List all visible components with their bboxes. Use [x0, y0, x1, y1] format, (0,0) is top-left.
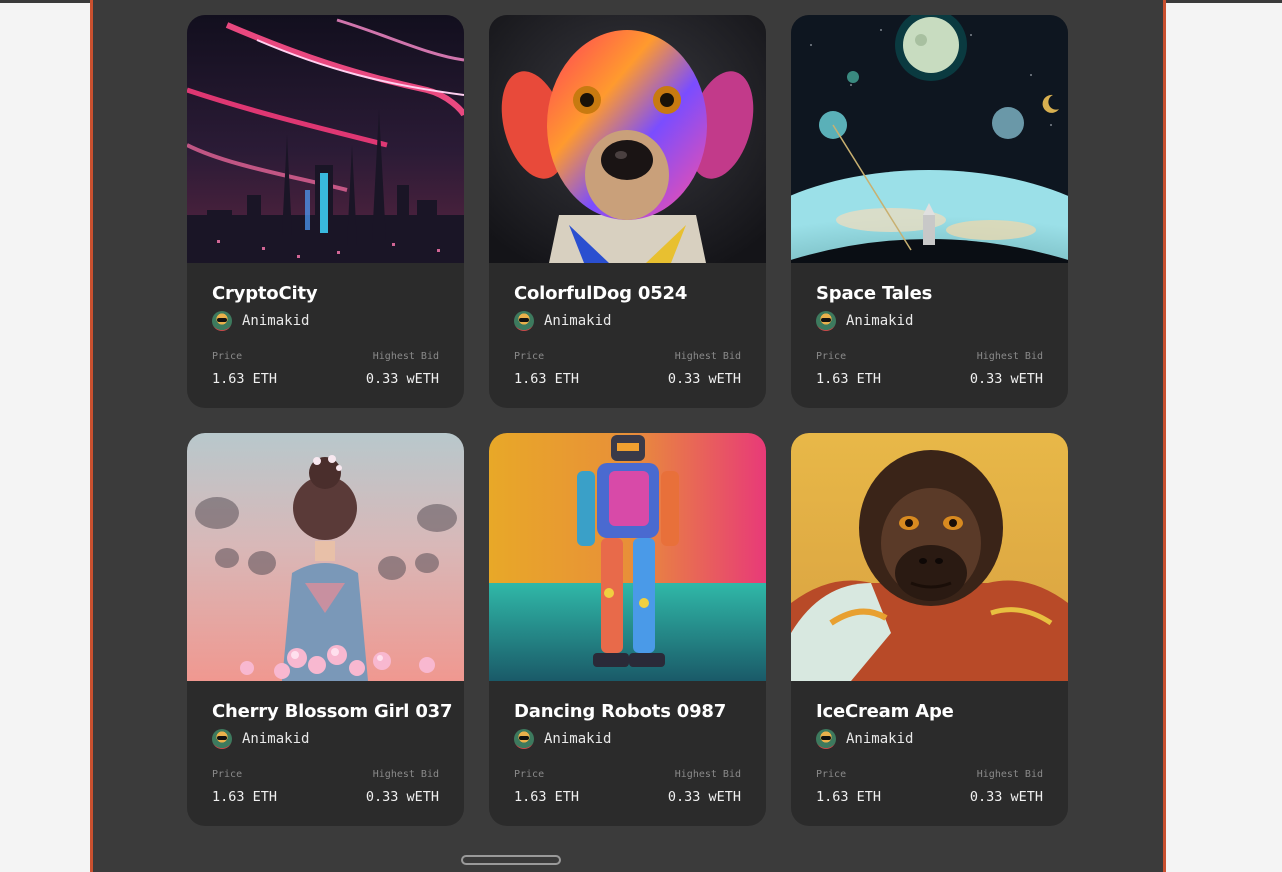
creator-avatar: [816, 729, 836, 749]
highest-bid-label: Highest Bid: [674, 351, 741, 362]
creator-name: Animakid: [544, 731, 612, 747]
creator-avatar: [212, 729, 232, 749]
creator-name: Animakid: [846, 313, 914, 329]
creator-name: Animakid: [846, 731, 914, 747]
robot-image: [489, 433, 766, 681]
price-value: 1.63 ETH: [816, 371, 882, 387]
nft-card-colorfuldog[interactable]: ColorfulDog 0524 Animakid Price Highest …: [489, 15, 766, 408]
creator-info[interactable]: Animakid: [816, 729, 913, 749]
nft-card-cryptocity[interactable]: CryptoCity Animakid Price Highest Bid 1.…: [187, 15, 464, 408]
creator-name: Animakid: [544, 313, 612, 329]
nft-card-spacetales[interactable]: Space Tales Animakid Price Highest Bid 1…: [791, 15, 1068, 408]
highest-bid-value: 0.33 wETH: [365, 371, 439, 387]
nft-card-icecreamape[interactable]: IceCream Ape Animakid Price Highest Bid …: [791, 433, 1068, 826]
highest-bid-value: 0.33 wETH: [969, 789, 1043, 805]
creator-info[interactable]: Animakid: [514, 311, 611, 331]
price-label: Price: [816, 351, 847, 362]
ape-image: [791, 433, 1068, 681]
highest-bid-label: Highest Bid: [372, 351, 439, 362]
price-value: 1.63 ETH: [816, 789, 882, 805]
highest-bid-label: Highest Bid: [976, 351, 1043, 362]
nft-title[interactable]: IceCream Ape: [816, 701, 954, 722]
nft-card-dancingrobots[interactable]: Dancing Robots 0987 Animakid Price Highe…: [489, 433, 766, 826]
creator-info[interactable]: Animakid: [816, 311, 913, 331]
price-label: Price: [514, 351, 545, 362]
highest-bid-value: 0.33 wETH: [667, 789, 741, 805]
price-value: 1.63 ETH: [514, 371, 580, 387]
highest-bid-label: Highest Bid: [674, 769, 741, 780]
creator-avatar: [514, 729, 534, 749]
highest-bid-value: 0.33 wETH: [969, 371, 1043, 387]
creator-avatar: [212, 311, 232, 331]
highest-bid-value: 0.33 wETH: [365, 789, 439, 805]
price-value: 1.63 ETH: [212, 371, 278, 387]
price-label: Price: [514, 769, 545, 780]
blossom-girl-image: [187, 433, 464, 681]
scroll-handle[interactable]: [461, 855, 561, 865]
nft-title[interactable]: Cherry Blossom Girl 037: [212, 701, 452, 722]
nft-card-cherryblossomgirl[interactable]: Cherry Blossom Girl 037 Animakid Price H…: [187, 433, 464, 826]
highest-bid-value: 0.33 wETH: [667, 371, 741, 387]
creator-info[interactable]: Animakid: [514, 729, 611, 749]
nft-title[interactable]: Space Tales: [816, 283, 932, 304]
creator-avatar: [816, 311, 836, 331]
price-value: 1.63 ETH: [514, 789, 580, 805]
creator-avatar: [514, 311, 534, 331]
creator-info[interactable]: Animakid: [212, 311, 309, 331]
price-value: 1.63 ETH: [212, 789, 278, 805]
nft-title[interactable]: CryptoCity: [212, 283, 318, 304]
neon-city-image: [187, 15, 464, 263]
price-label: Price: [212, 769, 243, 780]
price-label: Price: [212, 351, 243, 362]
creator-info[interactable]: Animakid: [212, 729, 309, 749]
creator-name: Animakid: [242, 313, 310, 329]
nft-title[interactable]: Dancing Robots 0987: [514, 701, 726, 722]
nft-title[interactable]: ColorfulDog 0524: [514, 283, 687, 304]
creator-name: Animakid: [242, 731, 310, 747]
space-planet-image: [791, 15, 1068, 263]
highest-bid-label: Highest Bid: [372, 769, 439, 780]
price-label: Price: [816, 769, 847, 780]
highest-bid-label: Highest Bid: [976, 769, 1043, 780]
nft-grid-panel: CryptoCity Animakid Price Highest Bid 1.…: [90, 0, 1166, 872]
colorful-dog-image: [489, 15, 766, 263]
